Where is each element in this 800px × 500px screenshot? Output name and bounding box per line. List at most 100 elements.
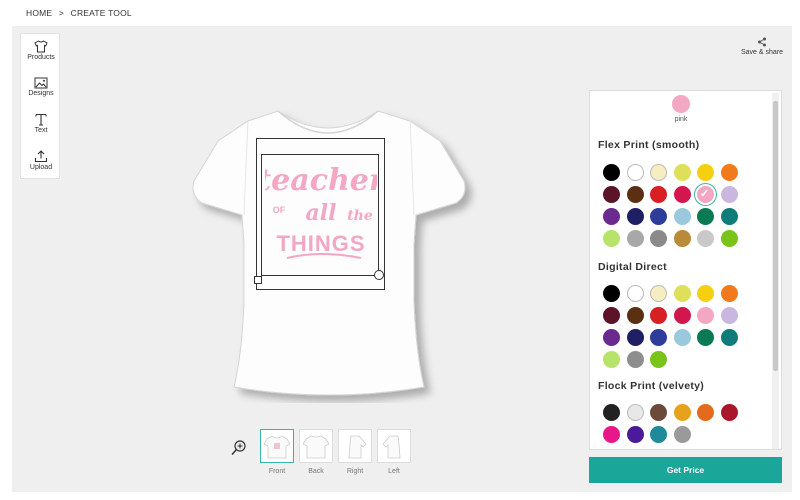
text-tool-button[interactable]: Text xyxy=(21,109,61,145)
color-swatch[interactable] xyxy=(720,186,738,203)
color-swatch[interactable] xyxy=(626,404,644,421)
designs-label: Designs xyxy=(28,90,54,97)
color-swatch[interactable] xyxy=(673,426,691,443)
color-swatch[interactable] xyxy=(650,164,667,181)
color-swatch[interactable]: ✓ xyxy=(697,186,714,203)
color-swatch[interactable] xyxy=(603,230,620,247)
color-swatch[interactable] xyxy=(603,426,620,443)
color-swatch[interactable] xyxy=(673,208,691,225)
color-swatch[interactable] xyxy=(650,186,667,203)
design-artwork[interactable]: teacher OF all the THINGS xyxy=(265,158,377,268)
color-swatch[interactable] xyxy=(603,186,620,203)
color-swatch[interactable] xyxy=(650,208,667,225)
color-swatch[interactable] xyxy=(650,426,667,443)
color-swatch[interactable] xyxy=(650,285,667,302)
color-swatch[interactable] xyxy=(673,285,691,302)
breadcrumb: HOME > CREATE TOOL xyxy=(26,8,136,18)
section-title-flock: Flock Print (velvety) xyxy=(598,380,705,392)
image-icon xyxy=(34,77,48,89)
color-swatch[interactable] xyxy=(626,208,644,225)
tshirt-front-icon xyxy=(263,435,291,459)
get-price-button[interactable]: Get Price xyxy=(589,457,782,483)
color-swatch[interactable] xyxy=(673,404,691,421)
color-swatch[interactable] xyxy=(650,230,667,247)
save-share-label: Save & share xyxy=(740,49,784,56)
text-icon xyxy=(35,113,47,126)
color-swatch[interactable] xyxy=(626,164,644,181)
color-swatch[interactable] xyxy=(603,208,620,225)
upload-tool-button[interactable]: Upload xyxy=(21,146,61,182)
left-toolbar: Products Designs Text Upload xyxy=(20,33,60,179)
color-swatch[interactable] xyxy=(720,164,738,181)
color-swatch[interactable] xyxy=(650,404,667,421)
color-swatch[interactable] xyxy=(626,351,644,368)
view-left-label: Left xyxy=(388,468,400,475)
tshirt-left-icon xyxy=(382,435,401,459)
design-text-things: THINGS xyxy=(276,231,365,256)
panel-scrollbar-thumb[interactable] xyxy=(773,101,778,371)
rotate-handle[interactable] xyxy=(254,276,262,284)
design-text-teacher: teacher xyxy=(265,163,377,198)
color-swatch[interactable] xyxy=(697,285,714,302)
products-label: Products xyxy=(27,54,55,61)
selected-color-swatch xyxy=(672,95,690,113)
panel-scrollbar[interactable] xyxy=(772,93,779,449)
color-swatch[interactable] xyxy=(603,351,620,368)
view-right-thumbnail[interactable] xyxy=(338,429,372,463)
color-swatch[interactable] xyxy=(720,307,738,324)
color-swatch[interactable] xyxy=(673,307,691,324)
color-swatch[interactable] xyxy=(697,307,714,324)
view-back-thumbnail[interactable] xyxy=(299,429,333,463)
color-swatch[interactable] xyxy=(720,285,738,302)
view-right-label: Right xyxy=(346,468,364,475)
section-title-digital: Digital Direct xyxy=(598,261,667,273)
color-swatch[interactable] xyxy=(650,329,667,346)
color-swatch[interactable] xyxy=(626,186,644,203)
view-left-thumbnail[interactable] xyxy=(377,429,411,463)
breadcrumb-current: CREATE TOOL xyxy=(70,8,132,18)
breadcrumb-home[interactable]: HOME xyxy=(26,8,52,18)
color-swatch[interactable] xyxy=(603,285,620,302)
color-swatch[interactable] xyxy=(720,329,738,346)
tshirt-icon xyxy=(34,40,48,53)
color-swatch[interactable] xyxy=(720,230,738,247)
section-title-flex: Flex Print (smooth) xyxy=(598,139,700,151)
tshirt-right-icon xyxy=(348,435,367,459)
color-swatch[interactable] xyxy=(650,351,667,368)
color-swatch[interactable] xyxy=(626,285,644,302)
color-swatch[interactable] xyxy=(673,186,691,203)
color-swatch[interactable] xyxy=(673,230,691,247)
upload-label: Upload xyxy=(29,164,53,171)
color-swatch[interactable] xyxy=(603,164,620,181)
selected-color-name: pink xyxy=(674,116,688,123)
color-swatch[interactable] xyxy=(650,307,667,324)
color-swatch[interactable] xyxy=(697,164,714,181)
zoom-icon[interactable] xyxy=(230,439,248,457)
color-swatch[interactable] xyxy=(603,329,620,346)
color-swatch[interactable] xyxy=(603,404,620,421)
color-swatch[interactable] xyxy=(626,426,644,443)
color-swatch[interactable] xyxy=(626,329,644,346)
view-front-thumbnail[interactable] xyxy=(260,429,294,463)
share-icon xyxy=(758,37,766,47)
view-back-label: Back xyxy=(308,468,324,475)
color-swatch[interactable] xyxy=(697,404,714,421)
save-share-button[interactable]: Save & share xyxy=(738,37,786,56)
designs-tool-button[interactable]: Designs xyxy=(21,73,61,109)
resize-handle[interactable] xyxy=(374,270,384,280)
view-front-label: Front xyxy=(268,468,286,475)
color-swatch[interactable] xyxy=(626,230,644,247)
color-swatch[interactable] xyxy=(697,230,714,247)
color-swatch[interactable] xyxy=(720,208,738,225)
text-label: Text xyxy=(34,127,48,134)
products-tool-button[interactable]: Products xyxy=(21,36,61,72)
color-swatch[interactable] xyxy=(673,329,691,346)
color-swatch[interactable] xyxy=(697,208,714,225)
design-text-of: OF xyxy=(273,205,286,215)
color-swatch[interactable] xyxy=(673,164,691,181)
color-swatch[interactable] xyxy=(626,307,644,324)
color-swatch[interactable] xyxy=(697,329,714,346)
color-panel: pink Flex Print (smooth) ✓ Digital Direc… xyxy=(589,90,782,450)
color-swatch[interactable] xyxy=(603,307,620,324)
color-swatch[interactable] xyxy=(720,404,738,421)
